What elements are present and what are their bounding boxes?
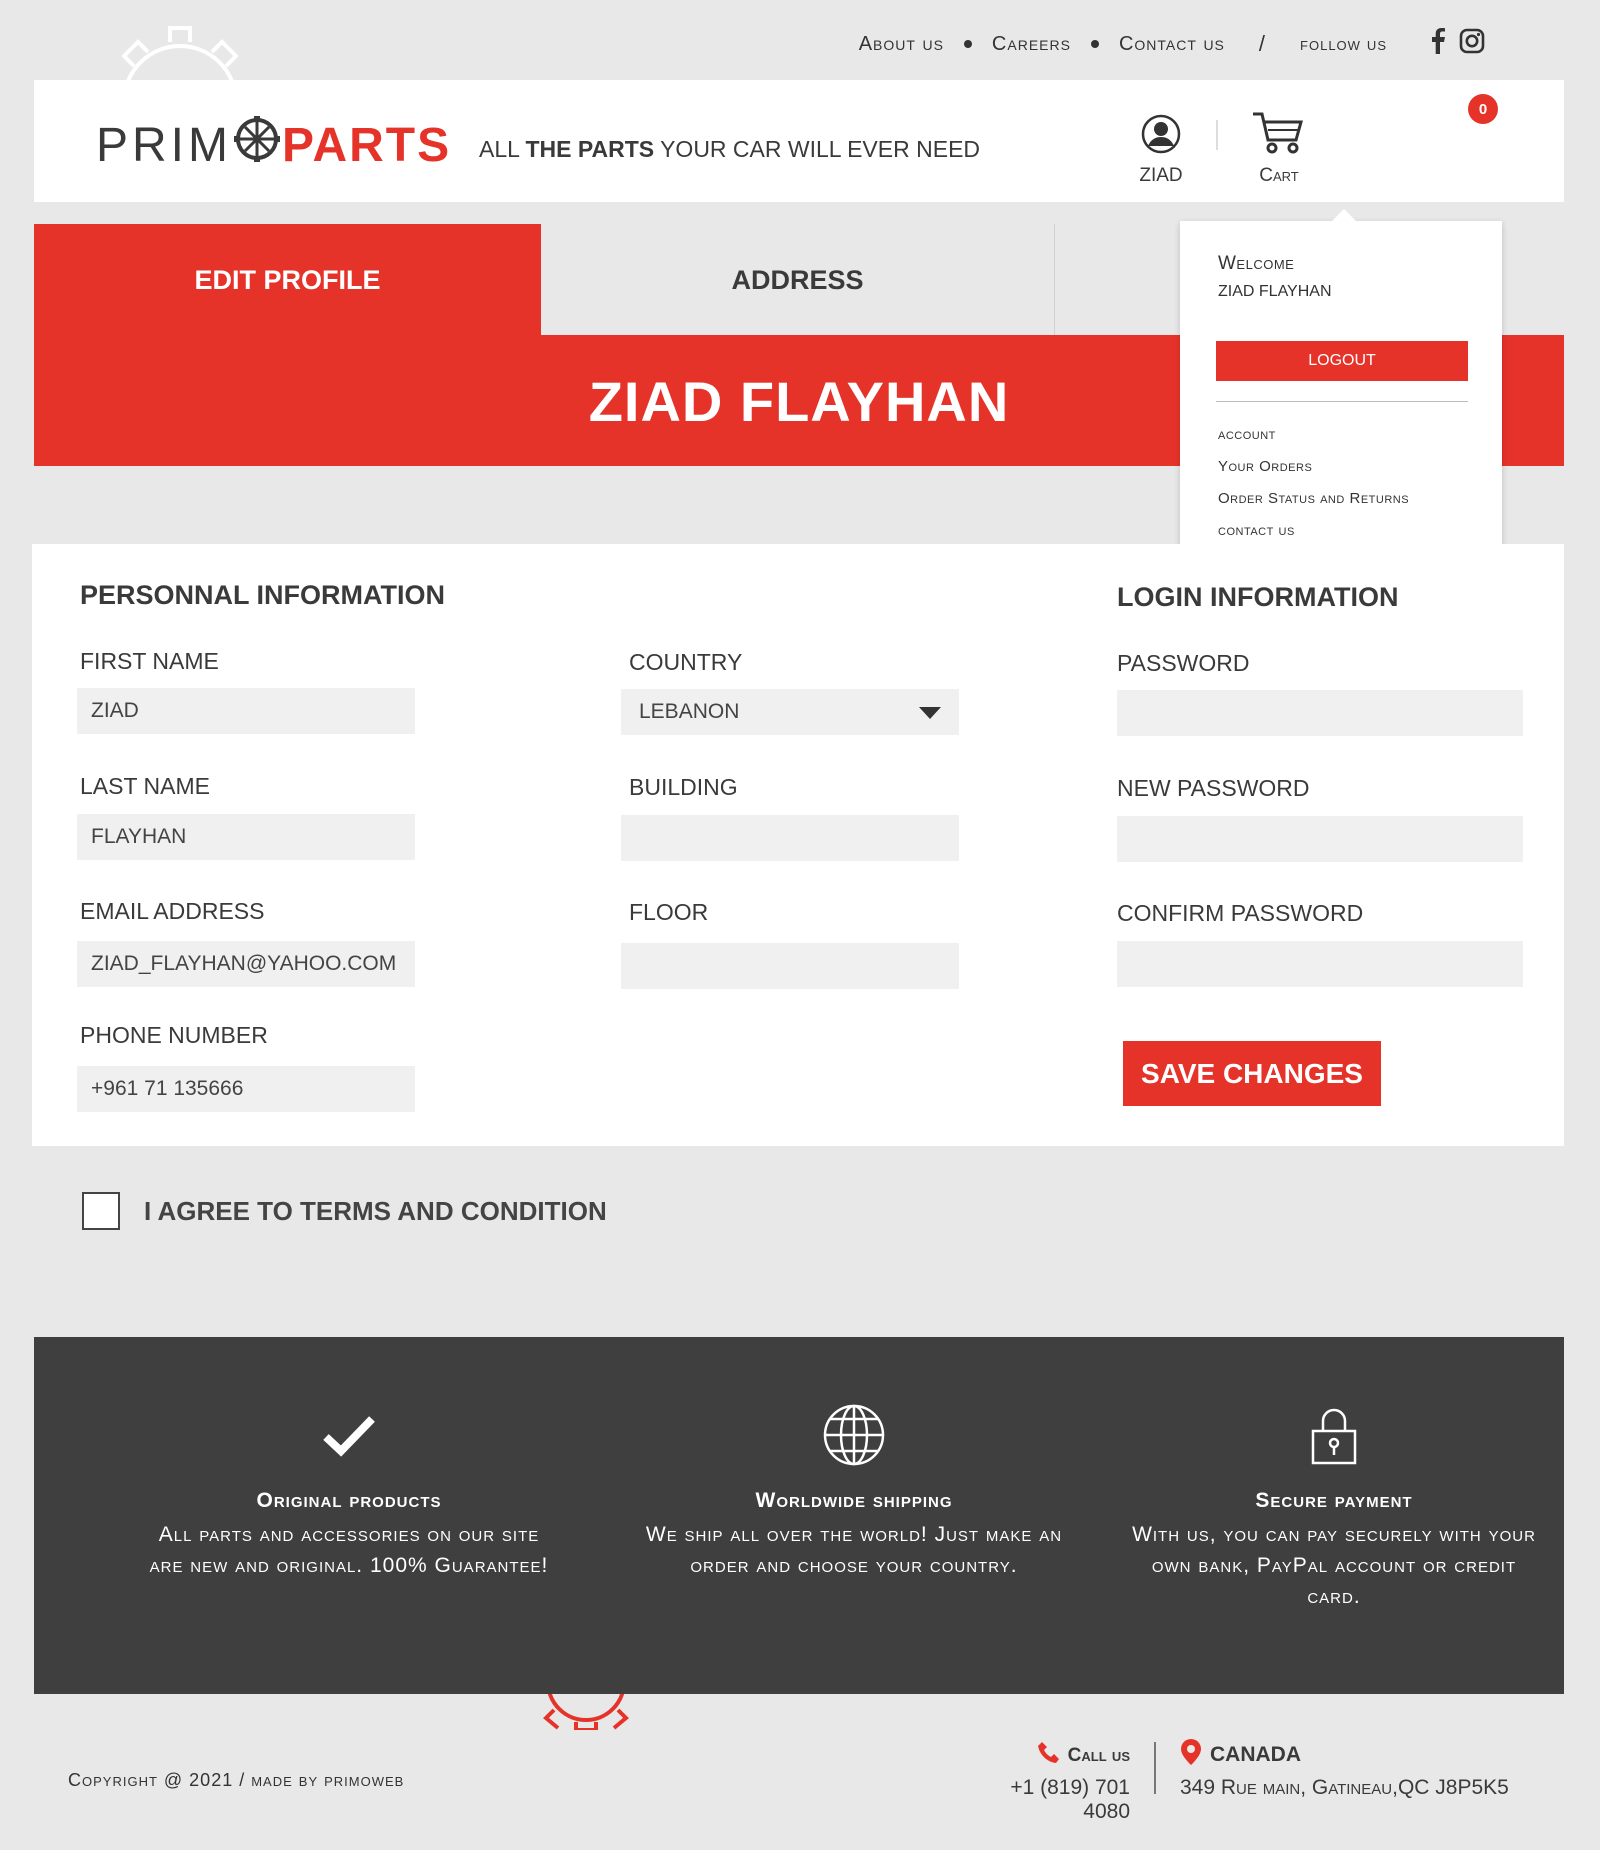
features-section: Original products All parts and accessor… bbox=[34, 1337, 1564, 1694]
phone-icon bbox=[1036, 1740, 1062, 1772]
feature-secure-payment: Secure payment With us, you can pay secu… bbox=[1124, 1397, 1544, 1612]
user-dropdown-menu: Welcome ZIAD FLAYHAN LOGOUT account Your… bbox=[1180, 209, 1502, 554]
password-label: PASSWORD bbox=[1117, 650, 1250, 676]
nav-dot-separator bbox=[963, 40, 972, 48]
header-divider bbox=[1216, 120, 1218, 150]
country-label: COUNTRY bbox=[629, 649, 743, 675]
new-password-label: NEW PASSWORD bbox=[1117, 775, 1310, 801]
location-pin-icon bbox=[1180, 1738, 1202, 1772]
tab-edit-profile[interactable]: EDIT PROFILE bbox=[34, 224, 541, 336]
personal-info-heading: PERSONNAL INFORMATION bbox=[80, 580, 446, 610]
checkmark-icon bbox=[322, 1413, 376, 1462]
feature-description: All parts and accessories on our site ar… bbox=[149, 1523, 549, 1577]
dropdown-item-your-orders[interactable]: Your Orders bbox=[1218, 451, 1409, 483]
call-us-block: Call us +1 (819) 701 4080 bbox=[960, 1740, 1130, 1824]
facebook-icon[interactable] bbox=[1431, 28, 1445, 60]
instagram-icon[interactable] bbox=[1459, 28, 1485, 60]
logo-wheel-icon bbox=[234, 116, 280, 174]
gear-decoration-icon bbox=[536, 1694, 636, 1730]
about-us-link[interactable]: About us bbox=[859, 33, 944, 56]
dropdown-item-contact-us[interactable]: contact us bbox=[1218, 515, 1409, 547]
user-account-button[interactable]: ZIAD bbox=[1126, 114, 1196, 187]
first-name-label: FIRST NAME bbox=[80, 648, 219, 674]
last-name-label: LAST NAME bbox=[80, 773, 210, 799]
call-us-label: Call us bbox=[1067, 1745, 1130, 1766]
new-password-input[interactable] bbox=[1117, 816, 1523, 862]
cart-button[interactable]: Cart bbox=[1234, 110, 1324, 187]
site-logo[interactable]: PRIM PARTS bbox=[96, 116, 451, 174]
location-country: CANADA bbox=[1210, 1743, 1301, 1766]
floor-input[interactable] bbox=[621, 943, 959, 989]
dropdown-welcome-text: Welcome bbox=[1218, 253, 1295, 274]
cart-count-badge: 0 bbox=[1468, 94, 1498, 124]
feature-description: We ship all over the world! Just make an… bbox=[645, 1523, 1063, 1577]
logo-parts-text: PARTS bbox=[282, 118, 452, 172]
chevron-down-icon bbox=[919, 707, 941, 719]
nav-slash-separator: / bbox=[1258, 31, 1267, 56]
password-input[interactable] bbox=[1117, 690, 1523, 736]
building-input[interactable] bbox=[621, 815, 959, 861]
globe-icon bbox=[822, 1403, 886, 1472]
location-block: CANADA 349 Rue main, Gatineau,QC J8P5K5 bbox=[1180, 1738, 1509, 1800]
feature-title: Worldwide shipping bbox=[755, 1489, 953, 1512]
careers-link[interactable]: Careers bbox=[992, 33, 1071, 56]
dropdown-item-account[interactable]: account bbox=[1218, 419, 1409, 451]
phone-number[interactable]: +1 (819) 701 4080 bbox=[960, 1776, 1130, 1824]
floor-label: FLOOR bbox=[629, 899, 709, 925]
terms-checkbox[interactable] bbox=[82, 1192, 120, 1230]
follow-us-label: follow us bbox=[1300, 33, 1387, 54]
country-select-value: LEBANON bbox=[639, 700, 740, 723]
login-info-heading: LOGIN INFORMATION bbox=[1117, 582, 1399, 612]
tagline-suffix: YOUR CAR WILL EVER NEED bbox=[654, 136, 981, 162]
confirm-password-input[interactable] bbox=[1117, 941, 1523, 987]
feature-title: Secure payment bbox=[1255, 1489, 1413, 1512]
nav-dot-separator bbox=[1090, 40, 1099, 48]
tab-address[interactable]: ADDRESS bbox=[541, 224, 1055, 336]
site-header: PRIM PARTS ALL THE PARTS YOUR CAR WILL E… bbox=[34, 80, 1564, 202]
logout-button[interactable]: LOGOUT bbox=[1216, 341, 1468, 381]
feature-original-products: Original products All parts and accessor… bbox=[139, 1397, 559, 1581]
email-label: EMAIL ADDRESS bbox=[80, 898, 265, 924]
dropdown-menu-list: account Your Orders Order Status and Ret… bbox=[1218, 419, 1409, 547]
copyright-text: Copyright @ 2021 / made by primoweb bbox=[68, 1770, 405, 1790]
building-label: BUILDING bbox=[629, 774, 738, 800]
email-input[interactable] bbox=[77, 941, 415, 987]
contact-us-link[interactable]: Contact us bbox=[1119, 33, 1225, 56]
tagline: ALL THE PARTS YOUR CAR WILL EVER NEED bbox=[479, 136, 980, 163]
dropdown-divider bbox=[1216, 401, 1468, 402]
location-address: 349 Rue main, Gatineau,QC J8P5K5 bbox=[1180, 1776, 1509, 1799]
cart-label: Cart bbox=[1259, 165, 1299, 186]
footer-divider bbox=[1154, 1742, 1156, 1794]
feature-worldwide-shipping: Worldwide shipping We ship all over the … bbox=[644, 1397, 1064, 1581]
confirm-password-label: CONFIRM PASSWORD bbox=[1117, 900, 1364, 926]
logo-primo-text: PRIM bbox=[96, 118, 232, 172]
top-nav: About us Careers Contact us / follow us bbox=[859, 28, 1485, 60]
feature-description: With us, you can pay securely with your … bbox=[1132, 1523, 1536, 1608]
dropdown-item-order-status[interactable]: Order Status and Returns bbox=[1218, 483, 1409, 515]
phone-label: PHONE NUMBER bbox=[80, 1022, 268, 1048]
dropdown-user-name: ZIAD FLAYHAN bbox=[1218, 283, 1332, 300]
terms-label: I AGREE TO TERMS AND CONDITION bbox=[144, 1196, 607, 1226]
dropdown-pointer bbox=[1332, 209, 1356, 221]
phone-input[interactable] bbox=[77, 1066, 415, 1112]
last-name-input[interactable] bbox=[77, 814, 415, 860]
tagline-prefix: ALL bbox=[479, 136, 526, 162]
tagline-emphasis: THE PARTS bbox=[525, 136, 655, 162]
country-select[interactable]: LEBANON bbox=[621, 689, 959, 735]
first-name-input[interactable] bbox=[77, 688, 415, 734]
lock-icon bbox=[1309, 1405, 1359, 1470]
user-name-label: ZIAD bbox=[1139, 165, 1183, 186]
cart-icon bbox=[1251, 112, 1307, 160]
user-icon bbox=[1141, 114, 1181, 158]
save-changes-button[interactable]: SAVE CHANGES bbox=[1123, 1041, 1381, 1106]
feature-title: Original products bbox=[256, 1489, 442, 1512]
